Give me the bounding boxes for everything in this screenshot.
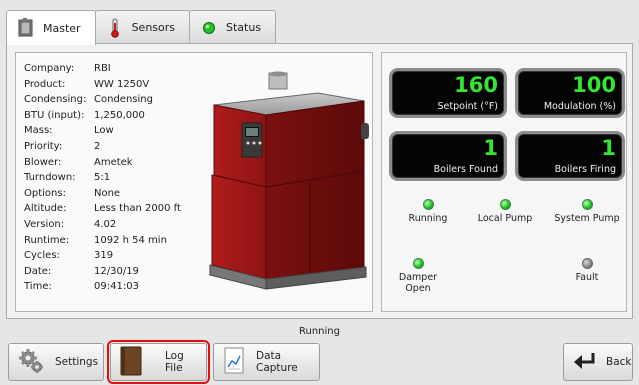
data-capture-label: Data Capture [256,350,298,374]
info-row-version: Version: 4.02 [24,218,117,230]
info-row-company: Company: RBI [24,63,111,74]
info-row-options: Options: None [24,187,121,199]
tab-label: Sensors [131,21,176,34]
back-button[interactable]: Back [563,343,633,381]
modulation-display: 100 Modulation (%) [515,68,625,118]
boilers-firing-display: 1 Boilers Firing [515,131,625,181]
tab-bar: Master Sensors Status [6,10,277,45]
local-pump-led-icon [499,199,511,210]
fault-indicator: Fault [552,258,622,283]
info-row-priority: Priority: 2 [24,140,101,152]
system-pump-led-icon [581,199,593,210]
main-frame: Company: RBI Product: WW 1250V Condensing:… [6,43,633,319]
boiler-image [206,71,371,305]
info-row-condensing: Condensing: Condensing [24,94,153,106]
info-row-runtime: Runtime: 1092 h 54 min [24,234,167,246]
info-row-cycles: Cycles: 319 [24,250,114,262]
log-file-label: Log File [165,350,184,374]
system-pump-indicator: System Pump [552,199,622,224]
damper-open-led-icon [412,258,424,269]
running-indicator: Running [388,199,468,224]
tab-master[interactable]: Master [6,10,96,45]
info-row-turndown: Turndown: 5:1 [24,172,111,184]
green-dot-icon [200,18,218,38]
info-row-date: Date: 12/30/19 [24,265,139,277]
info-row-mass: Mass: Low [24,125,114,137]
log-file-button[interactable]: Log File [107,340,210,384]
boilers-found-display: 1 Boilers Found [389,131,507,181]
tab-sensors[interactable]: Sensors [94,10,191,44]
info-row-product: Product: WW 1250V [24,78,150,90]
settings-button[interactable]: Settings [8,343,104,381]
back-label: Back [606,356,632,368]
data-capture-button[interactable]: Data Capture [213,343,320,381]
info-row-btu: BTU (input): 1,250,000 [24,109,145,121]
boiler-icon [17,18,35,38]
boiler-info-panel: Company: RBI Product: WW 1250V Condensing:… [15,52,373,312]
chart-document-icon [222,347,246,378]
thermometer-icon [106,18,124,38]
info-row-altitude: Altitude: Less than 2000 ft [24,203,181,215]
book-icon [119,346,143,379]
settings-label: Settings [55,356,99,368]
info-row-time: Time: 09:41:03 [24,281,139,293]
tab-label: Status [226,21,262,34]
local-pump-indicator: Local Pump [470,199,540,224]
back-arrow-icon [572,350,596,375]
setpoint-display: 160 Setpoint (°F) [389,68,507,118]
tab-label: Master [43,21,81,35]
damper-open-indicator: Damper Open [388,258,448,294]
status-text: Running [299,326,340,337]
tab-status[interactable]: Status [189,10,277,44]
gears-icon [17,347,45,378]
info-row-blower: Blower: Ametek [24,156,133,168]
fault-led-icon [581,258,593,269]
status-panel: 160 Setpoint (°F) 100 Modulation (%) 1 B… [381,52,627,312]
boiler-info-list: Company: RBI Product: WW 1250V Condensing:… [24,61,181,295]
running-led-icon [422,199,434,210]
